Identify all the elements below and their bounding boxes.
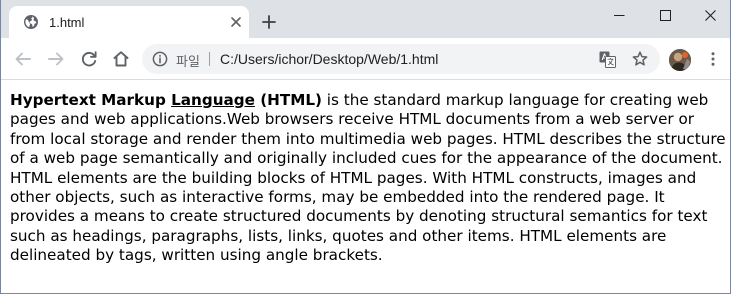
paragraph-body: is the standard markup language for crea… [10,91,726,265]
maximize-button[interactable] [642,0,688,30]
file-scheme-label: 파일 [176,55,200,70]
browser-toolbar: 파일 C:/Users/ichor/Desktop/Web/1.html [1,38,730,80]
tab-strip: 1.html [1,0,730,38]
address-bar[interactable]: 파일 C:/Users/ichor/Desktop/Web/1.html [142,44,660,74]
address-separator [209,52,210,66]
back-arrow-icon[interactable] [12,48,34,70]
term-link[interactable]: Language [171,91,255,109]
reload-icon[interactable] [78,48,100,70]
translate-icon[interactable] [599,51,616,68]
new-tab-plus-icon[interactable] [261,14,277,30]
forward-arrow-icon[interactable] [45,48,67,70]
close-icon [705,10,716,21]
kebab-menu-icon[interactable] [705,51,721,67]
url-text[interactable]: C:/Users/ichor/Desktop/Web/1.html [220,51,438,67]
main-paragraph: Hypertext Markup Language (HTML) is the … [10,91,726,266]
minimize-button[interactable] [596,0,642,30]
browser-window: 1.html 파일 C:/Users/ichor/Desktop/Web/1.h… [0,0,731,294]
close-window-button[interactable] [687,0,730,30]
maximize-icon [660,10,671,21]
tab-close-icon[interactable] [228,14,244,30]
info-icon[interactable] [152,51,168,67]
tab-title: 1.html [49,15,85,30]
bookmark-star-icon[interactable] [631,50,649,68]
tab-1-html[interactable]: 1.html [9,6,249,38]
profile-avatar[interactable] [669,49,691,71]
term-part-1: Hypertext Markup [10,91,172,109]
globe-icon [23,14,39,30]
minimize-icon [614,15,625,16]
home-icon[interactable] [110,48,132,70]
term-bold: Hypertext Markup Language (HTML) [10,91,322,109]
term-part-2: (HTML) [254,91,322,109]
page-content: Hypertext Markup Language (HTML) is the … [1,81,730,293]
